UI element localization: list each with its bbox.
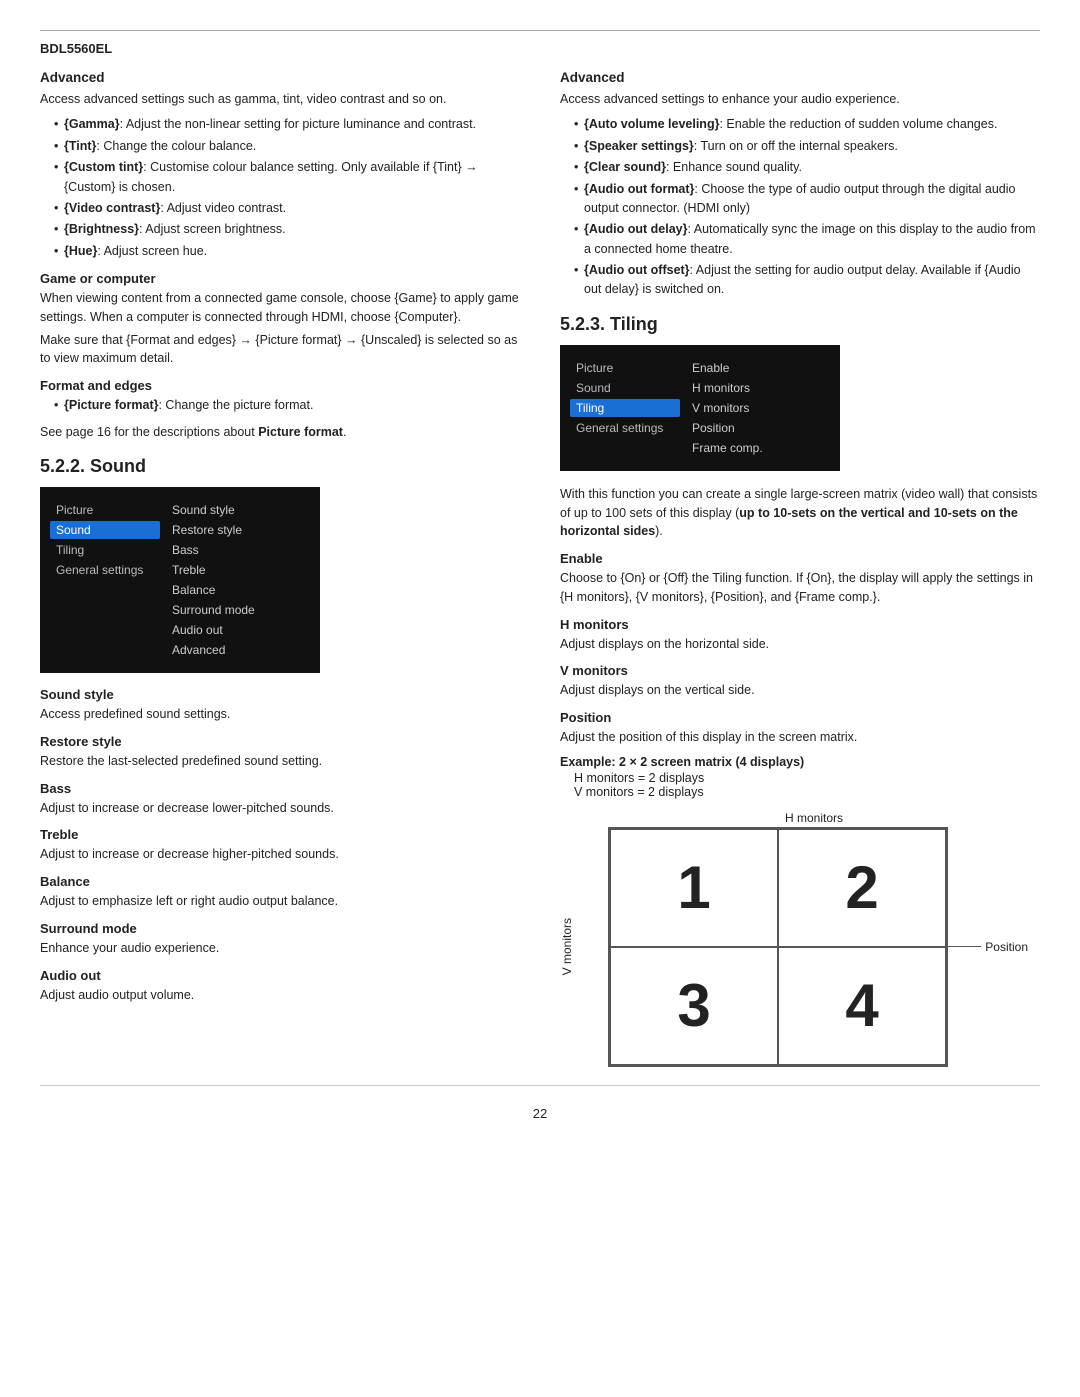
advanced-sound-heading: Advanced [560,70,1040,85]
tiling-menu-item-picture: Picture [570,359,680,377]
menu-item-general: General settings [50,561,160,579]
h-monitors-heading: H monitors [560,617,1040,632]
v-monitors-text: Adjust displays on the vertical side. [560,681,1040,700]
h-monitors-diagram-label: H monitors [588,811,1040,825]
v-monitors-diagram-label: V monitors [560,918,574,975]
menu-sub-restore-style: Restore style [168,521,310,539]
model-number: BDL5560EL [40,41,1040,56]
format-bullets: {Picture format}: Change the picture for… [40,396,520,415]
advanced-picture-heading: Advanced [40,70,520,85]
position-heading: Position [560,710,1040,725]
menu-sub-audio-out: Audio out [168,621,310,639]
bass-text: Adjust to increase or decrease lower-pit… [40,799,520,818]
game-computer-heading: Game or computer [40,271,520,286]
balance-text: Adjust to emphasize left or right audio … [40,892,520,911]
tiling-sub-v-monitors: V monitors [688,399,830,417]
v-monitors-heading: V monitors [560,663,1040,678]
bullet-tint: {Tint}: Change the colour balance. [54,137,520,156]
bullet-gamma: {Gamma}: Adjust the non-linear setting f… [54,115,520,134]
bullet-speaker: {Speaker settings}: Turn on or off the i… [574,137,1040,156]
tiling-sub-frame-comp: Frame comp. [688,439,830,457]
tiling-section-title: 5.2.3. Tiling [560,314,1040,335]
sound-section-title: 5.2.2. Sound [40,456,520,477]
diagram-grid: 1 2 3 4 [608,827,948,1067]
menu-sub-advanced: Advanced [168,641,310,659]
menu-sub-balance: Balance [168,581,310,599]
menu-item-picture: Picture [50,501,160,519]
tiling-menu-col1: Picture Sound Tiling General settings [570,359,680,457]
restore-style-heading: Restore style [40,734,520,749]
advanced-sound-intro: Access advanced settings to enhance your… [560,90,1040,109]
advanced-picture-intro: Access advanced settings such as gamma, … [40,90,520,109]
menu-sub-bass: Bass [168,541,310,559]
bullet-custom-tint: {Custom tint}: Customise colour balance … [54,158,520,197]
audio-out-text: Adjust audio output volume. [40,986,520,1005]
menu-item-sound: Sound [50,521,160,539]
advanced-sound-bullets: {Auto volume leveling}: Enable the reduc… [560,115,1040,299]
tiling-sub-position: Position [688,419,830,437]
sound-menu-col2: Sound style Restore style Bass Treble Ba… [160,501,310,659]
grid-cell-2: 2 [778,829,946,947]
bullet-hue: {Hue}: Adjust screen hue. [54,242,520,261]
tiling-menu-item-tiling: Tiling [570,399,680,417]
menu-item-tiling: Tiling [50,541,160,559]
bullet-brightness: {Brightness}: Adjust screen brightness. [54,220,520,239]
surround-text: Enhance your audio experience. [40,939,520,958]
example-h: H monitors = 2 displays [560,771,1040,785]
tiling-menu-item-general: General settings [570,419,680,437]
sound-menu-box: Picture Sound Tiling General settings So… [40,487,320,673]
position-diagram-label: Position [931,940,1028,954]
two-column-layout: Advanced Access advanced settings such a… [40,70,1040,1067]
page: BDL5560EL Advanced Access advanced setti… [0,0,1080,1397]
top-rule [40,30,1040,31]
surround-heading: Surround mode [40,921,520,936]
balance-heading: Balance [40,874,520,889]
enable-text: Choose to {On} or {Off} the Tiling funct… [560,569,1040,607]
audio-out-heading: Audio out [40,968,520,983]
advanced-picture-bullets: {Gamma}: Adjust the non-linear setting f… [40,115,520,261]
tiling-sub-h-monitors: H monitors [688,379,830,397]
page-number: 22 [40,1106,1040,1121]
grid-cell-4: 4 [778,947,946,1065]
menu-sub-surround: Surround mode [168,601,310,619]
enable-heading: Enable [560,551,1040,566]
position-label-text: Position [985,940,1028,954]
sound-style-text: Access predefined sound settings. [40,705,520,724]
position-text: Adjust the position of this display in t… [560,728,1040,747]
bullet-clear-sound: {Clear sound}: Enhance sound quality. [574,158,1040,177]
bullet-auto-vol: {Auto volume leveling}: Enable the reduc… [574,115,1040,134]
tiling-diagram: H monitors V monitors 1 2 3 4 [560,811,1040,1067]
tiling-intro: With this function you can create a sing… [560,485,1040,541]
tiling-menu-col2: Enable H monitors V monitors Position Fr… [680,359,830,457]
bullet-audio-out-offset: {Audio out offset}: Adjust the setting f… [574,261,1040,300]
tiling-menu-box: Picture Sound Tiling General settings En… [560,345,840,471]
menu-sub-sound-style: Sound style [168,501,310,519]
right-column: Advanced Access advanced settings to enh… [560,70,1040,1067]
game-computer-text1: When viewing content from a connected ga… [40,289,520,327]
menu-sub-treble: Treble [168,561,310,579]
tiling-menu-item-sound: Sound [570,379,680,397]
example-v: V monitors = 2 displays [560,785,1040,799]
game-computer-text2: Make sure that {Format and edges} → {Pic… [40,331,520,369]
bullet-audio-out-delay: {Audio out delay}: Automatically sync th… [574,220,1040,259]
example-label: Example: 2 × 2 screen matrix (4 displays… [560,755,1040,769]
tiling-sub-enable: Enable [688,359,830,377]
bullet-picture-format: {Picture format}: Change the picture for… [54,396,520,415]
bottom-divider [40,1085,1040,1086]
left-column: Advanced Access advanced settings such a… [40,70,520,1067]
format-edges-heading: Format and edges [40,378,520,393]
treble-text: Adjust to increase or decrease higher-pi… [40,845,520,864]
sound-style-heading: Sound style [40,687,520,702]
bass-heading: Bass [40,781,520,796]
bullet-video-contrast: {Video contrast}: Adjust video contrast. [54,199,520,218]
sound-menu-col1: Picture Sound Tiling General settings [50,501,160,659]
restore-style-text: Restore the last-selected predefined sou… [40,752,520,771]
format-note: See page 16 for the descriptions about P… [40,423,520,442]
grid-cell-3: 3 [610,947,778,1065]
h-monitors-text: Adjust displays on the horizontal side. [560,635,1040,654]
treble-heading: Treble [40,827,520,842]
grid-cell-1: 1 [610,829,778,947]
position-line [931,946,981,947]
bullet-audio-out-format: {Audio out format}: Choose the type of a… [574,180,1040,219]
